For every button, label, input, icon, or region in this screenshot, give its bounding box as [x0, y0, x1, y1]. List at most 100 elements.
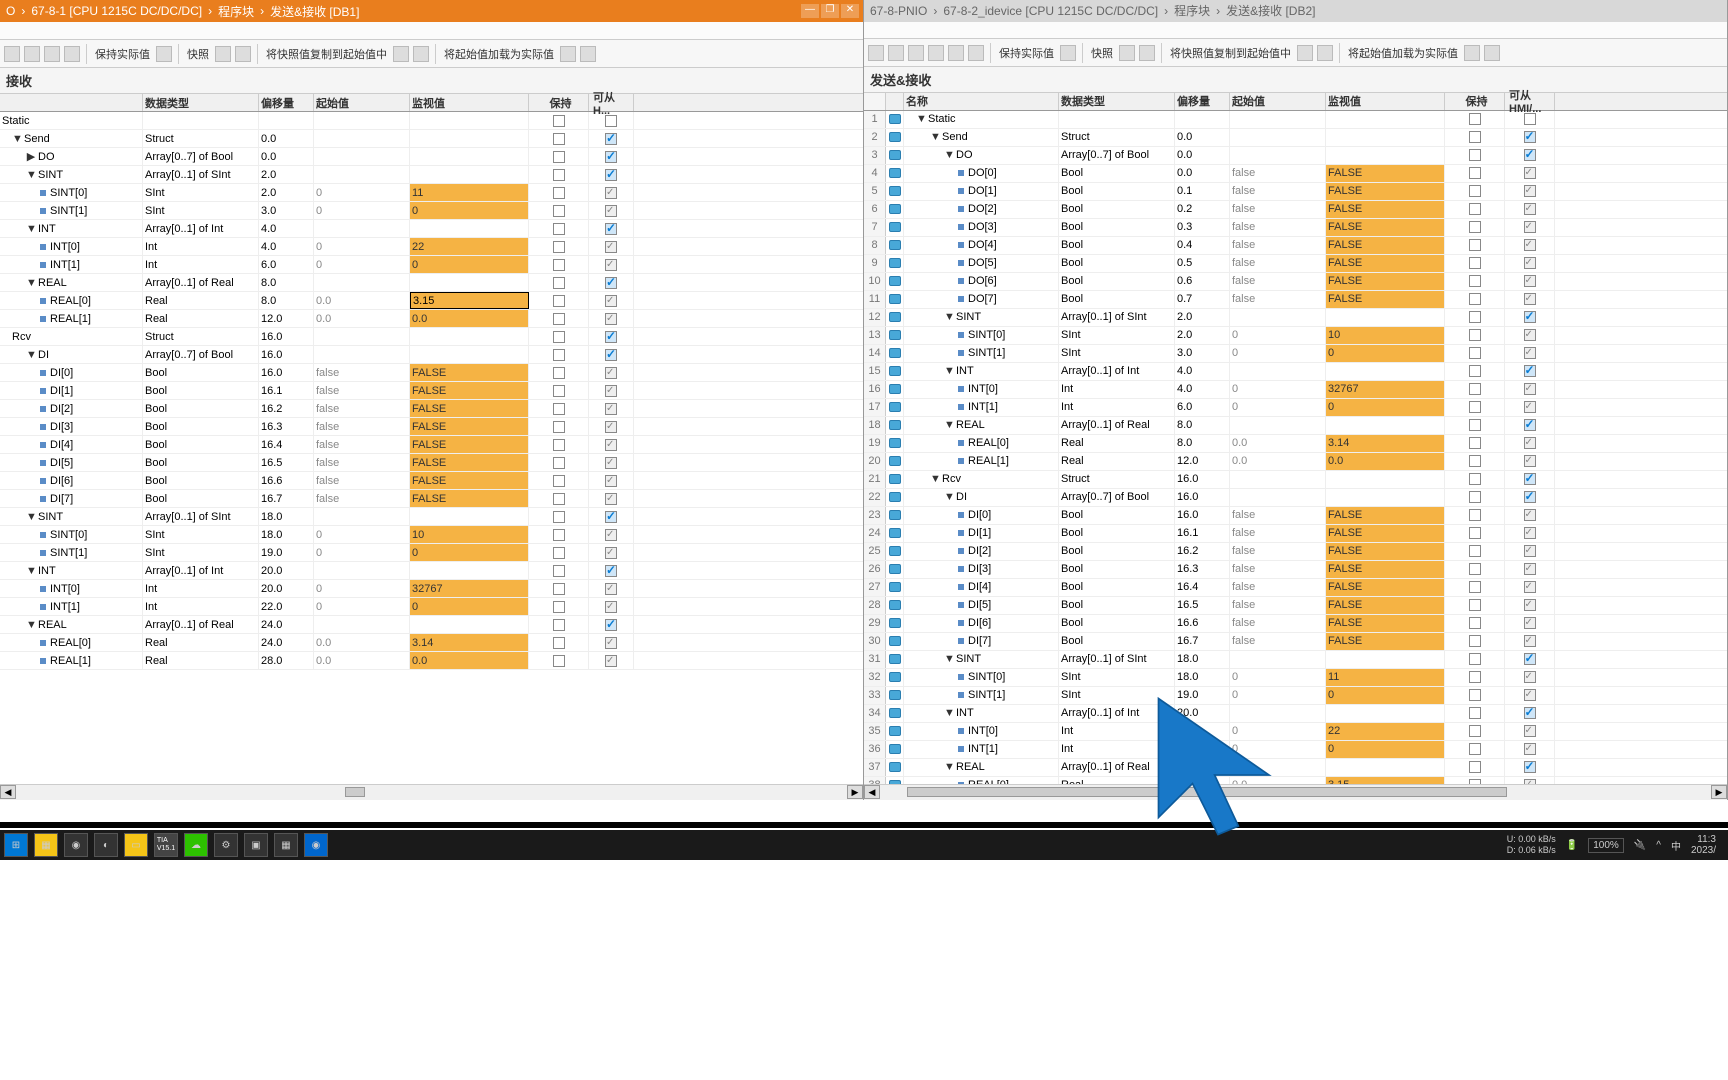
table-row[interactable]: 27DI[4]Bool16.4falseFALSE✓: [864, 579, 1727, 597]
checkbox-icon[interactable]: ✓: [1524, 635, 1536, 647]
cell-keep[interactable]: [1445, 147, 1505, 164]
cell-hmi[interactable]: [589, 274, 634, 291]
table-row[interactable]: Static: [0, 112, 863, 130]
table-row[interactable]: 3▼DOArray[0..7] of Bool0.0: [864, 147, 1727, 165]
checkbox-icon[interactable]: [553, 367, 565, 379]
cell-dtype[interactable]: Int: [143, 598, 259, 615]
table-row[interactable]: ▼SINTArray[0..1] of SInt2.0: [0, 166, 863, 184]
checkbox-icon[interactable]: [1469, 689, 1481, 701]
cell-init[interactable]: 0: [1230, 723, 1326, 740]
checkbox-icon[interactable]: [1469, 437, 1481, 449]
cell-monitor[interactable]: 0.0: [410, 310, 529, 327]
cell-name[interactable]: INT[0]: [0, 580, 143, 597]
cell-dtype[interactable]: Array[0..1] of Int: [1059, 363, 1175, 380]
col-name[interactable]: 名称: [904, 93, 1059, 110]
cell-keep[interactable]: [1445, 237, 1505, 254]
snapshot-button[interactable]: 快照: [1089, 45, 1115, 61]
checkbox-icon[interactable]: [553, 565, 565, 577]
checkbox-icon[interactable]: [553, 349, 565, 361]
cell-keep[interactable]: [1445, 327, 1505, 344]
cell-hmi[interactable]: [589, 112, 634, 129]
cell-keep[interactable]: [1445, 471, 1505, 488]
cell-monitor[interactable]: FALSE: [1326, 201, 1445, 218]
cell-init[interactable]: [314, 112, 410, 129]
cell-init[interactable]: 0: [1230, 669, 1326, 686]
col-hmi[interactable]: 可从 H...: [589, 94, 634, 111]
cell-dtype[interactable]: SInt: [1059, 687, 1175, 704]
cell-dtype[interactable]: Bool: [1059, 633, 1175, 650]
cell-init[interactable]: false: [1230, 579, 1326, 596]
checkbox-icon[interactable]: ✓: [605, 295, 617, 307]
expander-icon[interactable]: ▼: [944, 311, 954, 323]
cell-dtype[interactable]: Array[0..1] of SInt: [1059, 309, 1175, 326]
cell-name[interactable]: SINT[1]: [904, 345, 1059, 362]
cell-monitor[interactable]: [1326, 111, 1445, 128]
cell-monitor[interactable]: FALSE: [1326, 165, 1445, 182]
cell-hmi[interactable]: [589, 616, 634, 633]
cell-keep[interactable]: [529, 364, 589, 381]
cell-monitor[interactable]: 0.0: [1326, 453, 1445, 470]
table-row[interactable]: ▼REALArray[0..1] of Real8.0: [0, 274, 863, 292]
cell-dtype[interactable]: Bool: [1059, 543, 1175, 560]
cell-dtype[interactable]: Bool: [1059, 273, 1175, 290]
cell-dtype[interactable]: SInt: [1059, 345, 1175, 362]
cell-monitor[interactable]: 0: [1326, 399, 1445, 416]
cell-name[interactable]: DI[2]: [904, 543, 1059, 560]
table-row[interactable]: 5DO[1]Bool0.1falseFALSE✓: [864, 183, 1727, 201]
expander-icon[interactable]: ▼: [26, 511, 36, 523]
cell-dtype[interactable]: Int: [143, 580, 259, 597]
cell-dtype[interactable]: Array[0..7] of Bool: [1059, 147, 1175, 164]
cell-name[interactable]: DO[7]: [904, 291, 1059, 308]
table-row[interactable]: 9DO[5]Bool0.5falseFALSE✓: [864, 255, 1727, 273]
table-row[interactable]: ▼INTArray[0..1] of Int4.0: [0, 220, 863, 238]
checkbox-icon[interactable]: ✓: [1524, 383, 1536, 395]
expander-icon[interactable]: ▼: [916, 113, 926, 125]
table-row[interactable]: 2▼SendStruct0.0: [864, 129, 1727, 147]
tia-portal-icon[interactable]: TIAV15.1: [154, 833, 178, 857]
cell-hmi[interactable]: ✓: [589, 454, 634, 471]
cell-dtype[interactable]: SInt: [143, 202, 259, 219]
table-row[interactable]: 17INT[1]Int6.000✓: [864, 399, 1727, 417]
ime-indicator[interactable]: 中: [1671, 838, 1681, 853]
toolbar-icon[interactable]: [1119, 45, 1135, 61]
cell-monitor[interactable]: [1326, 705, 1445, 722]
checkbox-icon[interactable]: [1469, 527, 1481, 539]
table-row[interactable]: 20REAL[1]Real12.00.00.0✓: [864, 453, 1727, 471]
cell-keep[interactable]: [1445, 273, 1505, 290]
cell-hmi[interactable]: [1505, 309, 1555, 326]
table-row[interactable]: INT[0]Int4.0022✓: [0, 238, 863, 256]
checkbox-icon[interactable]: [1524, 149, 1536, 161]
checkbox-icon[interactable]: [605, 223, 617, 235]
checkbox-icon[interactable]: [553, 151, 565, 163]
cell-name[interactable]: SINT[1]: [904, 687, 1059, 704]
cell-dtype[interactable]: Bool: [143, 490, 259, 507]
toolbar-icon[interactable]: [413, 46, 429, 62]
table-row[interactable]: 26DI[3]Bool16.3falseFALSE✓: [864, 561, 1727, 579]
cell-monitor[interactable]: [1326, 759, 1445, 776]
checkbox-icon[interactable]: ✓: [605, 457, 617, 469]
checkbox-icon[interactable]: [1469, 617, 1481, 629]
table-row[interactable]: REAL[0]Real24.00.03.14✓: [0, 634, 863, 652]
cell-keep[interactable]: [1445, 723, 1505, 740]
cell-init[interactable]: [314, 328, 410, 345]
cell-init[interactable]: [314, 616, 410, 633]
table-row[interactable]: 16INT[0]Int4.0032767✓: [864, 381, 1727, 399]
cell-name[interactable]: ▼DI: [904, 489, 1059, 506]
cell-keep[interactable]: [1445, 669, 1505, 686]
checkbox-icon[interactable]: [553, 493, 565, 505]
table-row[interactable]: 4DO[0]Bool0.0falseFALSE✓: [864, 165, 1727, 183]
checkbox-icon[interactable]: ✓: [1524, 689, 1536, 701]
toolbar-icon[interactable]: [1484, 45, 1500, 61]
checkbox-icon[interactable]: [553, 223, 565, 235]
cell-keep[interactable]: [529, 508, 589, 525]
cell-dtype[interactable]: Array[0..1] of Int: [143, 220, 259, 237]
table-row[interactable]: INT[1]Int22.000✓: [0, 598, 863, 616]
cell-init[interactable]: 0.0: [1230, 435, 1326, 452]
checkbox-icon[interactable]: ✓: [1524, 617, 1536, 629]
cell-hmi[interactable]: ✓: [1505, 597, 1555, 614]
cell-name[interactable]: SINT[0]: [0, 526, 143, 543]
checkbox-icon[interactable]: [1469, 599, 1481, 611]
expander-icon[interactable]: ▼: [930, 473, 940, 485]
expander-icon[interactable]: ▼: [944, 491, 954, 503]
cell-dtype[interactable]: Real: [143, 634, 259, 651]
